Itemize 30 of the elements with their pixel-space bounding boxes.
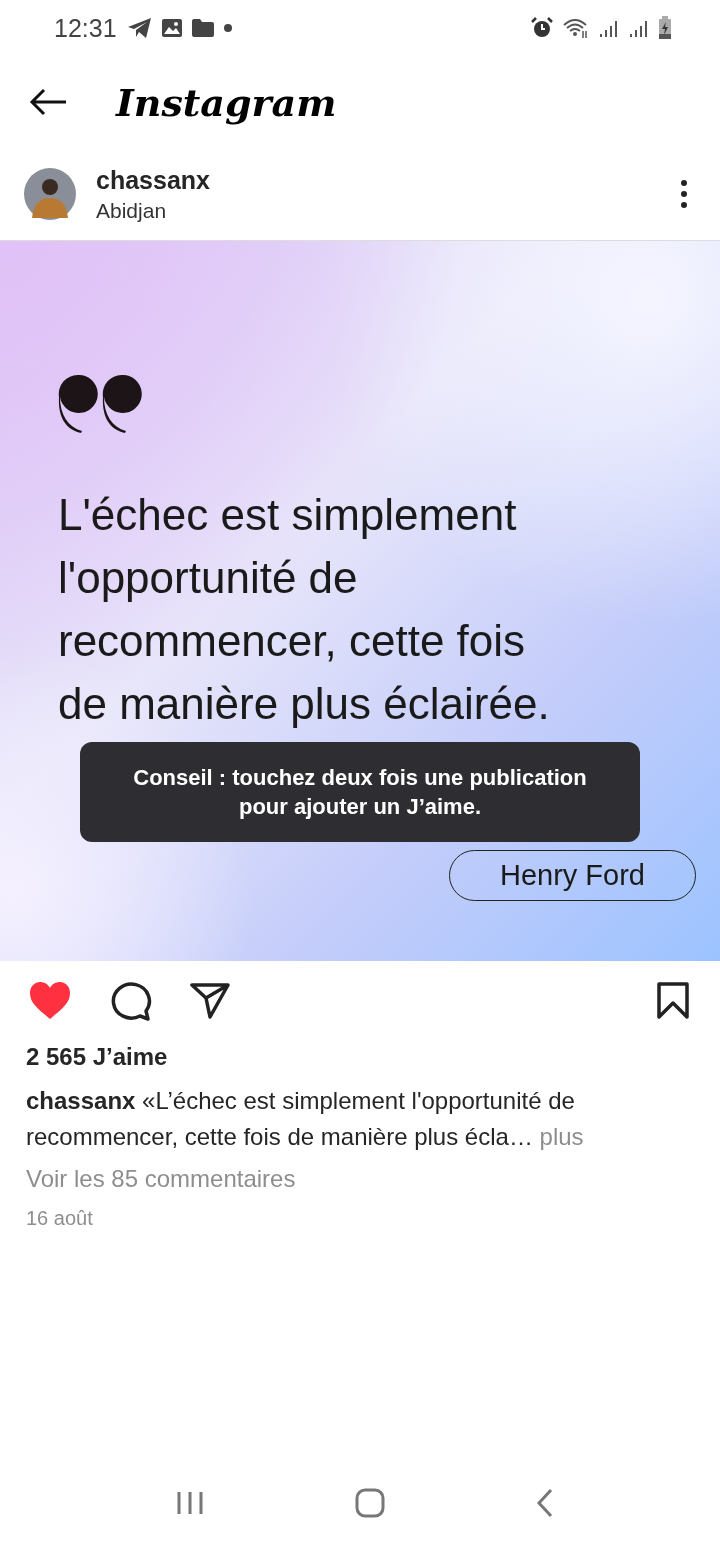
toast: Conseil : touchez deux fois une publication pour ajouter un J’aime. [80,742,640,842]
recent-apps-button[interactable] [175,1490,205,1516]
location[interactable]: Abidjan [96,198,660,223]
share-button[interactable] [190,982,230,1020]
quote-line: l'opportunité de [58,552,359,604]
image-icon [160,18,183,38]
dot-icon [222,23,233,33]
status-time: 12:31 [54,13,117,43]
caption: chassanx «L’échec est simplement l'opportunité de recommencer, cette fois de manière plus écla… plus [26,1086,585,1152]
username[interactable]: chassanx [96,165,660,195]
battery-icon [658,16,672,40]
quote-mark-icon [58,375,142,433]
alarm-icon [530,16,554,40]
back-button[interactable] [28,87,68,117]
wifi-icon [562,17,590,39]
comment-button[interactable] [110,981,152,1021]
folder-icon [190,18,215,38]
likes-count[interactable]: 2 565 J’aime [26,1043,168,1071]
like-button[interactable] [28,981,72,1021]
quote-line: recommencer, cette fois [58,615,527,667]
app-logo: Instagram [116,79,337,125]
bookmark-button[interactable] [656,982,690,1020]
avatar[interactable] [24,168,76,220]
quote-line: de manière plus éclairée. [58,678,551,730]
telegram-icon [126,17,153,39]
quote-line: L'échec est simplement [58,489,518,541]
home-button[interactable] [355,1488,385,1518]
post-date: 16 août [26,1207,93,1230]
more-options-icon[interactable] [680,179,688,209]
back-nav-button[interactable] [535,1488,555,1518]
